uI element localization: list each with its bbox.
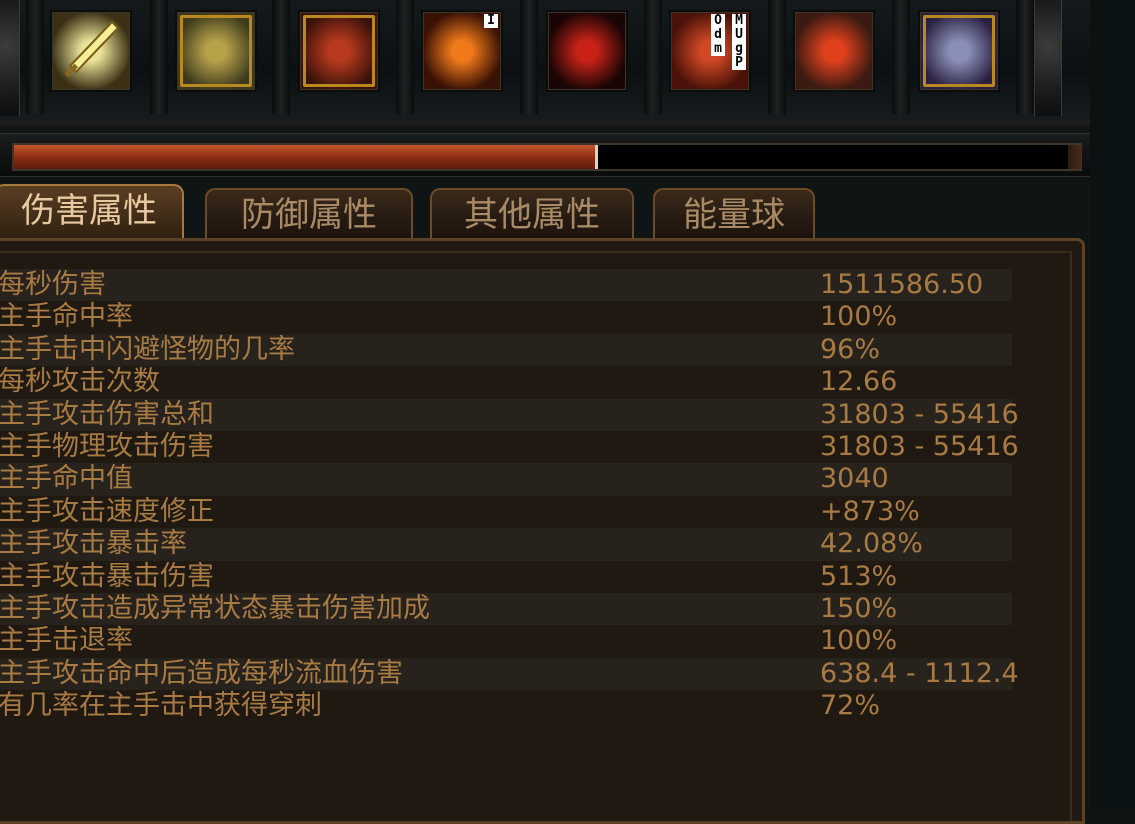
- stat-value: 31803 - 55416: [820, 430, 1019, 462]
- slot-divider: [396, 0, 414, 114]
- slot-divider: [768, 0, 786, 114]
- stat-row: 主手命中率 100%: [0, 301, 1012, 333]
- skill-bar: IOdmMUgP: [0, 0, 1090, 126]
- slot-divider: [1016, 0, 1034, 114]
- slot-badge-column: MUgP: [732, 14, 746, 70]
- stat-label: 主手攻击暴击率: [0, 528, 187, 560]
- golden-figure-skill-icon[interactable]: [175, 10, 257, 92]
- tab-defense[interactable]: 防御属性: [205, 188, 413, 240]
- gold-frame: [923, 15, 995, 87]
- stat-row: 主手攻击暴击伤害 513%: [0, 561, 1012, 593]
- stat-row: 主手攻击命中后造成每秒流血伤害 638.4 - 1112.4: [0, 657, 1019, 691]
- flame-wave-skill-icon[interactable]: OdmMUgP: [669, 10, 751, 92]
- frame-ornament-left: [0, 0, 20, 116]
- experience-bar: [0, 133, 1090, 177]
- stat-label: 主手物理攻击伤害: [0, 430, 214, 462]
- tab-other[interactable]: 其他属性: [430, 188, 634, 240]
- slot-badge-column: Odm: [711, 14, 725, 56]
- fire-burst-skill-icon[interactable]: I: [421, 10, 503, 92]
- slot-divider: [26, 0, 44, 114]
- slot-divider: [272, 0, 290, 114]
- slot-divider: [892, 0, 910, 114]
- stat-row: 主手命中值 3040: [0, 463, 1012, 496]
- stat-value: 96%: [820, 333, 881, 365]
- blood-figure-skill-icon[interactable]: [546, 10, 628, 92]
- stat-row: 主手攻击速度修正 +873%: [0, 496, 1012, 528]
- stat-label: 主手攻击速度修正: [0, 495, 214, 527]
- stat-label: 主手攻击伤害总和: [0, 398, 214, 430]
- stat-label: 有几率在主手击中获得穿刺: [0, 690, 322, 722]
- attribute-tabs: 伤害属性 防御属性 其他属性 能量球: [0, 184, 1090, 242]
- stat-value: 100%: [820, 625, 898, 657]
- slot-badge-char: U: [735, 27, 743, 42]
- stat-row: 主手物理攻击伤害 31803 - 55416: [0, 430, 1019, 463]
- stat-label: 主手击退率: [0, 625, 133, 657]
- gold-frame: [180, 15, 252, 87]
- stat-row: 主手击中闪避怪物的几率 96%: [0, 333, 1012, 367]
- background-edge: [1090, 0, 1135, 808]
- tab-damage[interactable]: 伤害属性: [0, 184, 184, 242]
- sword-skill-icon[interactable]: [50, 10, 132, 92]
- slot-badge-char: d: [714, 27, 722, 42]
- molten-eye-skill-icon[interactable]: [793, 10, 875, 92]
- red-warrior-skill-icon[interactable]: [298, 10, 380, 92]
- armored-knight-skill-icon[interactable]: [918, 10, 1000, 92]
- stat-value: 31803 - 55416: [820, 398, 1019, 430]
- experience-fill: [14, 145, 598, 169]
- stats-panel: 每秒伤害 1511586.50 主手命中率 100% 主手击中闪避怪物的几率 96% 每秒攻…: [0, 238, 1085, 824]
- stats-list: 每秒伤害 1511586.50 主手命中率 100% 主手击中闪避怪物的几率 96% 每秒攻…: [0, 269, 1019, 722]
- stat-value: 12.66: [820, 366, 898, 398]
- slot-badge-char: P: [735, 55, 743, 70]
- slot-badge-char: g: [735, 41, 743, 56]
- tab-energy-orb[interactable]: 能量球: [653, 188, 815, 240]
- slot-divider: [520, 0, 538, 114]
- stat-label: 主手击中闪避怪物的几率: [0, 333, 295, 365]
- stat-row: 每秒伤害 1511586.50: [0, 269, 1012, 302]
- stat-value: 1511586.50: [820, 269, 984, 300]
- stat-value: 72%: [820, 690, 881, 722]
- stat-value: 638.4 - 1112.4: [820, 657, 1019, 689]
- stat-label: 主手攻击暴击伤害: [0, 560, 214, 592]
- stat-value: 100%: [820, 301, 898, 333]
- stat-row: 每秒攻击次数 12.66: [0, 366, 1012, 398]
- stat-row: 主手攻击暴击率 42.08%: [0, 528, 1012, 561]
- gold-frame: [303, 15, 375, 87]
- stat-label: 每秒攻击次数: [0, 366, 160, 398]
- sword-icon: [64, 20, 120, 78]
- slot-badge-char: m: [714, 41, 722, 56]
- stat-value: 3040: [820, 463, 889, 495]
- stat-label: 主手命中率: [0, 301, 133, 333]
- stat-label: 每秒伤害: [0, 269, 106, 300]
- stat-value: +873%: [820, 495, 920, 527]
- stat-value: 150%: [820, 592, 898, 624]
- experience-track: [12, 143, 1082, 171]
- stat-row: 主手攻击造成异常状态暴击伤害加成 150%: [0, 592, 1012, 626]
- stat-value: 513%: [820, 560, 898, 592]
- slot-divider: [644, 0, 662, 114]
- slot-badge-char: M: [735, 13, 743, 28]
- stat-label: 主手命中值: [0, 463, 133, 495]
- stat-row: 有几率在主手击中获得穿刺 72%: [0, 690, 1012, 722]
- stats-panel-inner[interactable]: 每秒伤害 1511586.50 主手命中率 100% 主手击中闪避怪物的几率 96% 每秒攻…: [0, 251, 1072, 821]
- stat-value: 42.08%: [820, 528, 923, 560]
- stat-row: 主手攻击伤害总和 31803 - 55416: [0, 398, 1019, 431]
- stat-label: 主手攻击造成异常状态暴击伤害加成: [0, 592, 430, 624]
- slot-badge: I: [484, 14, 498, 28]
- slot-badge-char: O: [714, 13, 722, 28]
- slot-divider: [150, 0, 168, 114]
- experience-bar-cap: [1068, 145, 1082, 169]
- stat-label: 主手攻击命中后造成每秒流血伤害: [0, 657, 403, 689]
- frame-ornament-right: [1034, 0, 1062, 116]
- stat-row: 主手击退率 100%: [0, 625, 1012, 657]
